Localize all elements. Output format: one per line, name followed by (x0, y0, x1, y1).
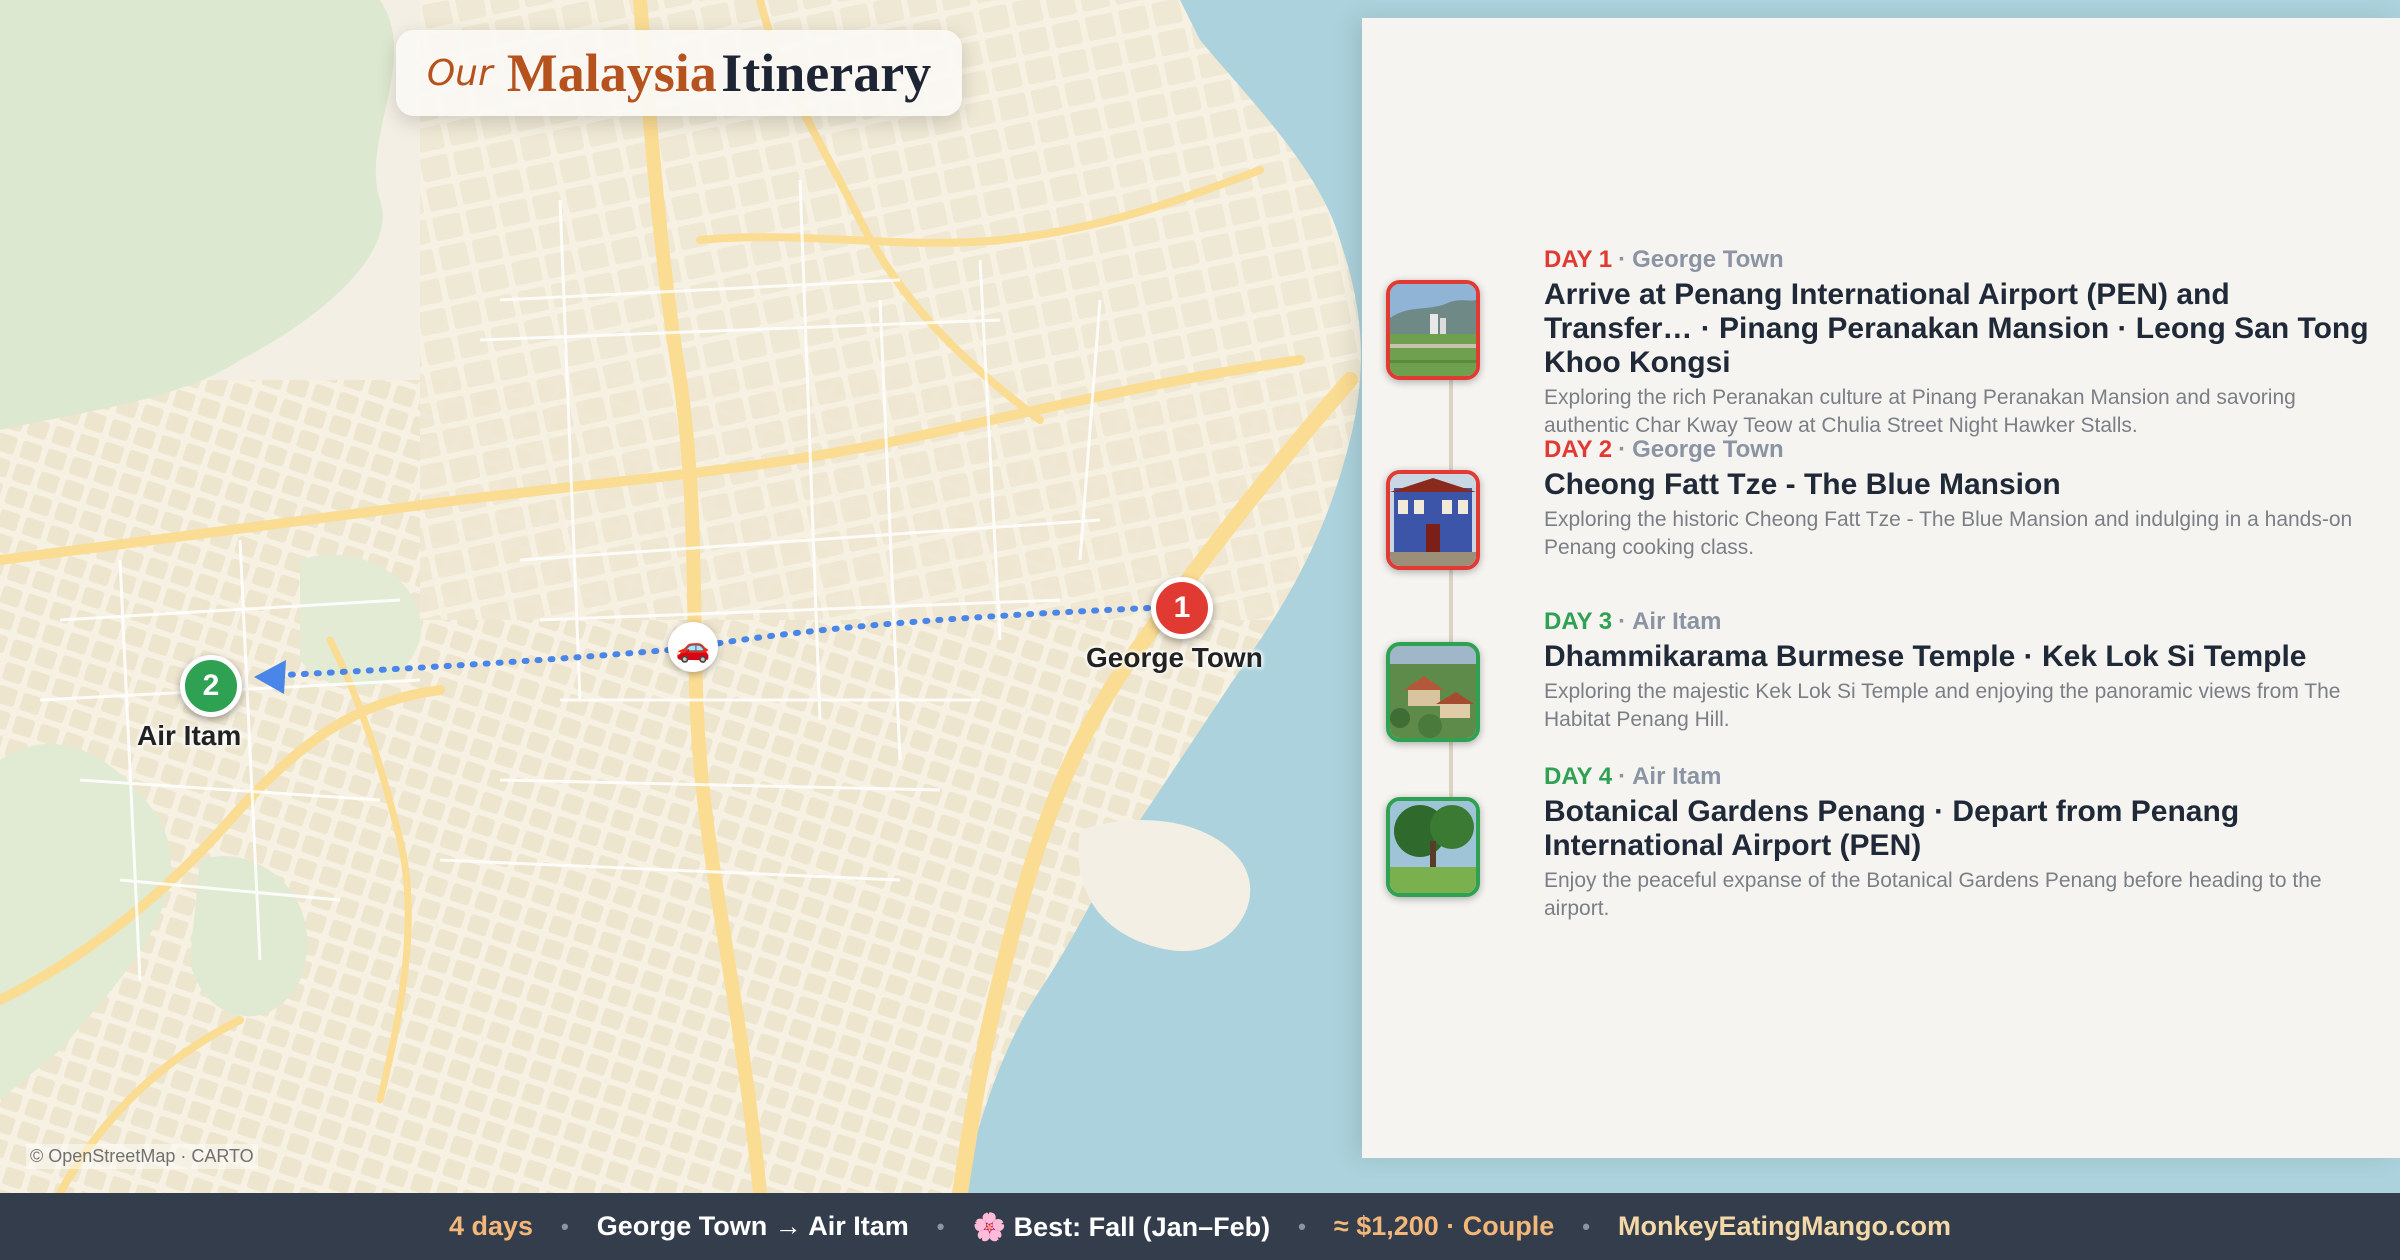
day-3-description: Exploring the majestic Kek Lok Si Temple… (1544, 680, 2341, 731)
day-4-text: DAY 4 · Air Itam Botanical Gardens Penang … (1544, 763, 2376, 923)
title-card: Our Malaysia Itinerary (396, 30, 962, 116)
footer-separator: • (1582, 1213, 1590, 1239)
day-3-separator: · (1618, 608, 1627, 635)
footer-separator: • (1298, 1213, 1306, 1239)
day-4-title: Botanical Gardens Penang · Depart from P… (1544, 795, 2240, 862)
day-4-separator: · (1618, 763, 1627, 790)
marker-label-george-town: George Town (1086, 642, 1263, 673)
day-3-header: DAY 3 · Air Itam (1544, 608, 2376, 636)
day-4-number: DAY 4 (1544, 763, 1613, 790)
day-1-number: DAY 1 (1544, 246, 1613, 273)
day-3-photo (1386, 642, 1480, 742)
day-2-separator: · (1618, 436, 1627, 463)
marker-george-town[interactable]: 1 (1151, 577, 1213, 639)
day-3-title: Dhammikarama Burmese Temple · Kek Lok Si… (1544, 640, 2307, 673)
day-4-header: DAY 4 · Air Itam (1544, 763, 2376, 791)
itinerary-panel: DAY 1 · George Town Arrive at Penang Inter… (1362, 18, 2400, 1158)
day-4-description: Enjoy the peaceful expanse of the Botani… (1544, 869, 2322, 920)
title-country: Malaysia (506, 43, 717, 103)
marker-label-air-itam: Air Itam (137, 720, 242, 751)
day-4-photo (1386, 797, 1480, 897)
day-1-text: DAY 1 · George Town Arrive at Penang Inter… (1544, 246, 2376, 440)
marker-number: 1 (1173, 591, 1191, 624)
marker-number: 2 (202, 669, 220, 702)
day-4-place: Air Itam (1632, 763, 1722, 790)
footer-bar: 4 days • George Town → Air Itam • 🌸 Best… (0, 1193, 2400, 1260)
day-1-header: DAY 1 · George Town (1544, 246, 2376, 274)
day-2-header: DAY 2 · George Town (1544, 436, 2376, 464)
footer-route: George Town → Air Itam (596, 1211, 909, 1241)
day-3-number: DAY 3 (1544, 608, 1613, 635)
day-3-place: Air Itam (1632, 608, 1722, 635)
day-1-description: Exploring the rich Peranakan culture at … (1544, 386, 2296, 437)
marker-air-itam[interactable]: 2 (180, 655, 242, 717)
day-2-text: DAY 2 · George Town Cheong Fatt Tze - The … (1544, 436, 2376, 562)
footer-duration: 4 days (448, 1211, 534, 1241)
footer-separator: • (561, 1213, 569, 1239)
day-2-place: George Town (1632, 436, 1784, 463)
day-1-photo (1386, 280, 1480, 380)
day-1-title: Arrive at Penang International Airport (… (1544, 278, 2369, 379)
title-prefix: Our (426, 52, 493, 94)
title-main: Malaysia Itinerary (507, 42, 931, 104)
day-2-description: Exploring the historic Cheong Fatt Tze -… (1544, 508, 2353, 559)
day-2-title: Cheong Fatt Tze - The Blue Mansion (1544, 468, 2061, 501)
footer-cost: ≈ $1,200 · Couple (1333, 1211, 1555, 1241)
footer-website-link[interactable]: MonkeyEatingMango.com (1618, 1211, 1951, 1242)
route-arrowhead (254, 660, 286, 694)
footer-separator: • (936, 1213, 945, 1239)
car-glyph: 🚗 (675, 631, 711, 663)
title-word: Itinerary (721, 43, 932, 103)
day-2-photo (1386, 470, 1480, 570)
footer-best-season: 🌸 Best: Fall (Jan–Feb) (972, 1211, 1271, 1242)
timeline-line (1449, 338, 1453, 858)
day-2-number: DAY 2 (1544, 436, 1613, 463)
day-3-text: DAY 3 · Air Itam Dhammikarama Burmese Temp… (1544, 608, 2376, 734)
day-1-separator: · (1618, 246, 1627, 273)
car-icon: 🚗 (668, 622, 718, 672)
map-attribution[interactable]: © OpenStreetMap · CARTO (26, 1144, 258, 1169)
day-1-place: George Town (1632, 246, 1784, 273)
